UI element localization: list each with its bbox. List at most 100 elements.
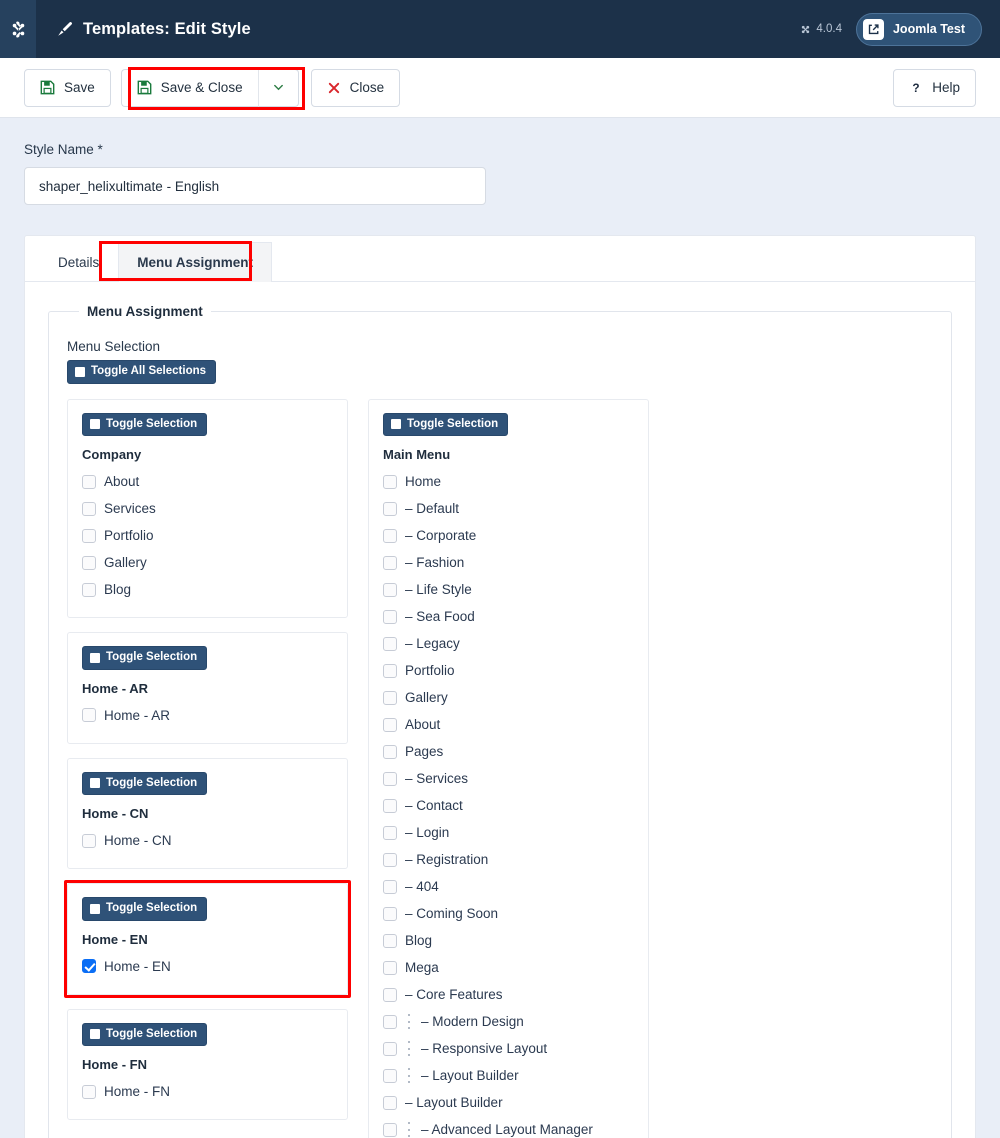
tab-menu-assignment[interactable]: Menu Assignment — [118, 242, 273, 282]
menu-item-row[interactable]: Portfolio — [383, 657, 634, 684]
save-dropdown-toggle[interactable] — [257, 68, 299, 107]
checkbox-unchecked[interactable] — [383, 798, 397, 813]
checkbox-unchecked[interactable] — [383, 906, 397, 921]
menu-item-row[interactable]: – Default — [383, 495, 634, 522]
menu-item-row[interactable]: About — [82, 468, 333, 495]
menu-item-row[interactable]: Mega — [383, 954, 634, 981]
menu-item-row[interactable]: About — [383, 711, 634, 738]
checkbox-unchecked[interactable] — [383, 960, 397, 975]
toggle-selection-button[interactable]: Toggle Selection — [82, 646, 208, 670]
checkbox-unchecked[interactable] — [82, 582, 96, 597]
menu-item-row[interactable]: – Login — [383, 819, 634, 846]
checkbox-unchecked[interactable] — [82, 528, 96, 543]
menu-item-row[interactable]: Home - AR — [82, 702, 333, 729]
tab-details[interactable]: Details — [39, 242, 118, 282]
checkbox-square-icon — [90, 652, 100, 663]
menu-item-row[interactable]: – Fashion — [383, 549, 634, 576]
save-and-close-group: Save & Close — [120, 68, 299, 107]
menu-group-company: Toggle Selection Company About Services Port… — [67, 398, 348, 618]
checkbox-unchecked[interactable] — [383, 582, 397, 597]
tree-indent-dots-icon — [407, 1014, 411, 1029]
menu-item-row[interactable]: Gallery — [383, 684, 634, 711]
checkbox-unchecked[interactable] — [383, 474, 397, 489]
menu-item-row[interactable]: – Legacy — [383, 630, 634, 657]
toggle-selection-button[interactable]: Toggle Selection — [82, 897, 208, 921]
toggle-all-selections-button[interactable]: Toggle All Selections — [67, 360, 217, 384]
menu-item-row[interactable]: Home - FN — [82, 1078, 333, 1105]
menu-item-row[interactable]: – Responsive Layout — [383, 1035, 634, 1062]
menu-group-main-menu: Toggle Selection Main Menu Home – Default – … — [368, 398, 649, 1138]
menu-item-row[interactable]: Home — [383, 468, 634, 495]
menu-item-row[interactable]: – Modern Design — [383, 1008, 634, 1035]
checkbox-unchecked[interactable] — [383, 825, 397, 840]
style-name-label: Style Name * — [24, 142, 103, 157]
checkbox-square-icon — [90, 903, 100, 914]
toggle-selection-button[interactable]: Toggle Selection — [82, 412, 208, 436]
menu-item-row[interactable]: – Advanced Layout Manager — [383, 1116, 634, 1138]
user-menu-button[interactable]: Joomla Test — [855, 12, 982, 46]
checkbox-unchecked[interactable] — [82, 555, 96, 570]
menu-item-row[interactable]: Gallery — [82, 549, 333, 576]
menu-item-row[interactable]: – Coming Soon — [383, 900, 634, 927]
checkbox-unchecked[interactable] — [383, 609, 397, 624]
menu-item-row[interactable]: – Registration — [383, 846, 634, 873]
menu-item-row[interactable]: – Layout Builder — [383, 1089, 634, 1116]
checkbox-unchecked[interactable] — [82, 501, 96, 516]
menu-item-row[interactable]: – Contact — [383, 792, 634, 819]
checkbox-unchecked[interactable] — [82, 708, 96, 722]
menu-item-row[interactable]: Portfolio — [82, 522, 333, 549]
checkbox-unchecked[interactable] — [383, 555, 397, 570]
menu-item-row[interactable]: – Layout Builder — [383, 1062, 634, 1089]
menu-item-row[interactable]: Home - EN — [82, 953, 333, 980]
checkbox-unchecked[interactable] — [383, 1041, 397, 1056]
checkbox-unchecked[interactable] — [383, 879, 397, 894]
toggle-selection-button[interactable]: Toggle Selection — [383, 412, 509, 436]
checkbox-unchecked[interactable] — [383, 1068, 397, 1083]
joomla-logo-icon — [12, 21, 24, 37]
save-and-close-button[interactable]: Save & Close — [120, 68, 258, 107]
menu-column-right: Toggle Selection Main Menu Home – Default – … — [368, 398, 649, 1138]
checkbox-unchecked[interactable] — [383, 717, 397, 732]
checkbox-unchecked[interactable] — [383, 744, 397, 759]
checkbox-unchecked[interactable] — [383, 987, 397, 1002]
menu-item-row[interactable]: Services — [82, 495, 333, 522]
menu-item-row[interactable]: – Corporate — [383, 522, 634, 549]
menu-item-row[interactable]: – Sea Food — [383, 603, 634, 630]
checkbox-unchecked[interactable] — [383, 933, 397, 948]
joomla-version: 4.0.4 — [800, 23, 842, 35]
toggle-selection-button[interactable]: Toggle Selection — [82, 1022, 208, 1046]
menu-item-row[interactable]: Blog — [82, 576, 333, 603]
checkbox-unchecked[interactable] — [383, 501, 397, 516]
checkbox-checked[interactable] — [82, 959, 96, 973]
checkbox-unchecked[interactable] — [383, 771, 397, 786]
help-button[interactable]: ? Help — [893, 68, 976, 107]
menu-item-label: – 404 — [405, 879, 439, 894]
checkbox-unchecked[interactable] — [383, 1014, 397, 1029]
checkbox-unchecked[interactable] — [383, 690, 397, 705]
save-button[interactable]: Save — [24, 68, 111, 107]
menu-item-row[interactable]: – Services — [383, 765, 634, 792]
checkbox-unchecked[interactable] — [383, 852, 397, 867]
menu-item-row[interactable]: – 404 — [383, 873, 634, 900]
menu-item-row[interactable]: – Life Style — [383, 576, 634, 603]
checkbox-unchecked[interactable] — [383, 1095, 397, 1110]
menu-item-row[interactable]: Home - CN — [82, 827, 333, 854]
checkbox-unchecked[interactable] — [383, 528, 397, 543]
checkbox-unchecked[interactable] — [82, 833, 96, 848]
checkbox-unchecked[interactable] — [383, 663, 397, 678]
style-name-input[interactable] — [24, 167, 486, 205]
menu-item-row[interactable]: – Core Features — [383, 981, 634, 1008]
menu-item-label: Home - FN — [104, 1084, 171, 1099]
checkbox-unchecked[interactable] — [82, 1084, 96, 1099]
joomla-brand-button[interactable] — [0, 0, 36, 58]
checkbox-unchecked[interactable] — [383, 1122, 397, 1137]
toggle-all-selections-label: Toggle All Selections — [91, 365, 207, 377]
menu-item-row[interactable]: Pages — [383, 738, 634, 765]
checkbox-square-icon — [90, 419, 100, 430]
checkbox-unchecked[interactable] — [383, 636, 397, 651]
menu-item-row[interactable]: Blog — [383, 927, 634, 954]
menu-item-label: – Life Style — [405, 582, 472, 597]
toggle-selection-button[interactable]: Toggle Selection — [82, 771, 208, 795]
checkbox-unchecked[interactable] — [82, 474, 96, 489]
close-button[interactable]: Close — [310, 68, 401, 107]
